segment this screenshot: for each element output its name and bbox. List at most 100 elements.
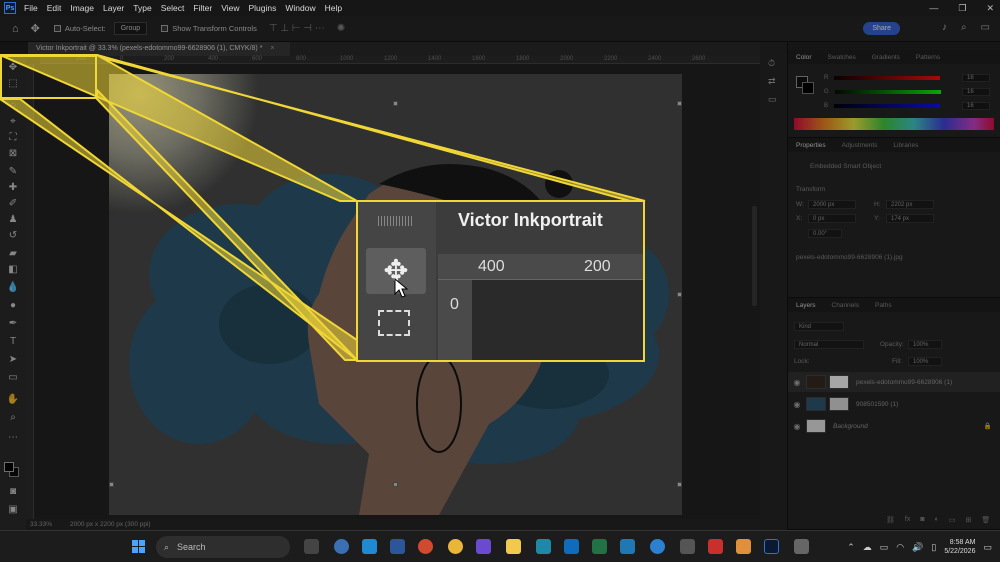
angle-field[interactable]: 0.00° xyxy=(808,229,842,238)
type-tool-icon[interactable]: T xyxy=(3,334,23,348)
outlook-icon[interactable] xyxy=(564,539,579,554)
cloud-icon[interactable]: ☁ xyxy=(863,542,872,553)
blue-value-field[interactable]: 16 xyxy=(962,102,990,110)
layer-row[interactable]: ◉ Background 🔒 xyxy=(788,416,1000,436)
restore-icon[interactable]: ❐ xyxy=(958,3,966,14)
frame-tool-icon[interactable]: ⊠ xyxy=(3,146,23,160)
zoom-level[interactable]: 33.33% xyxy=(30,521,70,528)
display-icon[interactable]: ▭ xyxy=(880,542,889,553)
visibility-eye-icon[interactable]: ◉ xyxy=(788,400,806,409)
word-icon[interactable] xyxy=(390,539,405,554)
clone-stamp-tool-icon[interactable]: ♟ xyxy=(3,212,23,226)
fx-icon[interactable]: fx xyxy=(905,516,910,524)
auto-select-dropdown[interactable]: Group xyxy=(113,22,148,35)
tab-channels[interactable]: Channels xyxy=(824,302,867,309)
zoom-app-icon[interactable] xyxy=(650,539,665,554)
share-button[interactable]: Share xyxy=(863,22,900,35)
fill-field[interactable]: 100% xyxy=(908,357,942,366)
close-icon[interactable]: ✕ xyxy=(986,3,994,14)
bell-icon[interactable]: ♪ xyxy=(942,22,947,33)
tab-paths[interactable]: Paths xyxy=(867,302,900,309)
menu-help[interactable]: Help xyxy=(325,3,342,13)
app-icon[interactable] xyxy=(794,539,809,554)
visibility-eye-icon[interactable]: ◉ xyxy=(788,378,806,387)
tab-adjustments[interactable]: Adjustments xyxy=(834,142,886,149)
group-icon[interactable]: ▭ xyxy=(949,516,956,524)
foreground-color-swatch[interactable] xyxy=(4,462,14,472)
notification-icon[interactable]: ▭ xyxy=(983,542,992,553)
new-layer-icon[interactable]: ⊞ xyxy=(965,516,971,524)
transform-handle[interactable] xyxy=(393,101,398,106)
height-field[interactable]: 2202 px xyxy=(886,200,934,209)
red-value-field[interactable]: 16 xyxy=(962,74,990,82)
actions-panel-icon[interactable]: ⇄ xyxy=(768,76,780,88)
wifi-icon[interactable]: ◠ xyxy=(896,542,904,553)
color-spectrum[interactable] xyxy=(794,118,994,130)
comments-panel-icon[interactable]: ▭ xyxy=(768,94,780,106)
menu-image[interactable]: Image xyxy=(70,3,94,13)
layer-mask-thumbnail[interactable] xyxy=(829,375,849,389)
file-explorer-icon[interactable] xyxy=(506,539,521,554)
green-value-field[interactable]: 16 xyxy=(962,88,990,96)
quick-mask-icon[interactable]: ◙ xyxy=(3,484,23,498)
vertical-ruler[interactable] xyxy=(26,64,34,530)
app-icon[interactable] xyxy=(476,539,491,554)
crop-tool-icon[interactable]: ⛶ xyxy=(3,130,23,144)
tab-patterns[interactable]: Patterns xyxy=(908,54,948,61)
taskbar-search[interactable]: ⌕ Search xyxy=(156,536,290,558)
x-field[interactable]: 0 px xyxy=(808,214,856,223)
width-field[interactable]: 2000 px xyxy=(808,200,856,209)
search-icon[interactable]: ⌕ xyxy=(961,22,967,33)
transform-handle[interactable] xyxy=(393,482,398,487)
transform-handle[interactable] xyxy=(109,482,114,487)
gradient-tool-icon[interactable]: ◧ xyxy=(3,262,23,276)
align-icons[interactable]: ⊤ ⊥ ⊢ ⊣ ⋯ xyxy=(269,23,325,34)
move-tool-preset-icon[interactable]: ✥ xyxy=(31,22,40,35)
app-icon[interactable] xyxy=(620,539,635,554)
dodge-tool-icon[interactable]: ● xyxy=(3,298,23,312)
path-select-tool-icon[interactable]: ➤ xyxy=(3,352,23,366)
menu-edit[interactable]: Edit xyxy=(47,3,62,13)
horizontal-ruler[interactable]: 200 0 200 400 600 800 1000 1200 1400 160… xyxy=(40,56,760,64)
app-icon[interactable] xyxy=(536,539,551,554)
home-icon[interactable]: ⌂ xyxy=(12,23,19,35)
red-slider[interactable] xyxy=(834,76,941,80)
lasso-tool-icon[interactable]: ◌ xyxy=(3,98,23,112)
blue-slider[interactable] xyxy=(834,104,941,108)
rectangle-tool-icon[interactable]: ▭ xyxy=(3,370,23,384)
menu-file[interactable]: File xyxy=(24,3,38,13)
windows-start-icon[interactable] xyxy=(132,540,145,553)
pen-tool-icon[interactable]: ✒ xyxy=(3,316,23,330)
menu-window[interactable]: Window xyxy=(285,3,315,13)
brush-tool-icon[interactable]: ✐ xyxy=(3,196,23,210)
menu-layer[interactable]: Layer xyxy=(103,3,124,13)
chrome-like-app-icon[interactable] xyxy=(334,539,349,554)
edge-icon[interactable] xyxy=(362,539,377,554)
delete-layer-icon[interactable]: 🗑 xyxy=(981,516,990,524)
adjustment-layer-icon[interactable]: ◐ xyxy=(935,516,939,524)
add-mask-icon[interactable]: ◙ xyxy=(920,516,924,524)
chevron-up-icon[interactable]: ⌃ xyxy=(847,542,855,553)
menu-plugins[interactable]: Plugins xyxy=(248,3,276,13)
menu-select[interactable]: Select xyxy=(161,3,185,13)
hand-tool-icon[interactable]: ✋ xyxy=(3,392,23,406)
menu-view[interactable]: View xyxy=(221,3,239,13)
edit-toolbar-icon[interactable]: ⋯ xyxy=(3,430,23,444)
healing-brush-tool-icon[interactable]: ✚ xyxy=(3,180,23,194)
tab-libraries[interactable]: Libraries xyxy=(885,142,926,149)
minimize-icon[interactable]: — xyxy=(929,3,938,13)
eraser-tool-icon[interactable]: ▰ xyxy=(3,246,23,260)
tab-color[interactable]: Color xyxy=(788,54,820,61)
acrobat-icon[interactable] xyxy=(708,539,723,554)
transform-handle[interactable] xyxy=(677,101,682,106)
tab-gradients[interactable]: Gradients xyxy=(864,54,908,61)
layer-row[interactable]: ◉ pexels-edotommo99-6628906 (1) xyxy=(788,372,1000,392)
history-panel-icon[interactable]: ⏱ xyxy=(768,58,780,70)
green-slider[interactable] xyxy=(834,90,941,94)
bg-color-chip[interactable] xyxy=(802,82,814,94)
tab-swatches[interactable]: Swatches xyxy=(820,54,864,61)
workspace-icon[interactable]: ▭ xyxy=(981,22,990,33)
app-icon[interactable] xyxy=(736,539,751,554)
opacity-field[interactable]: 100% xyxy=(908,340,942,349)
tab-properties[interactable]: Properties xyxy=(788,142,834,149)
